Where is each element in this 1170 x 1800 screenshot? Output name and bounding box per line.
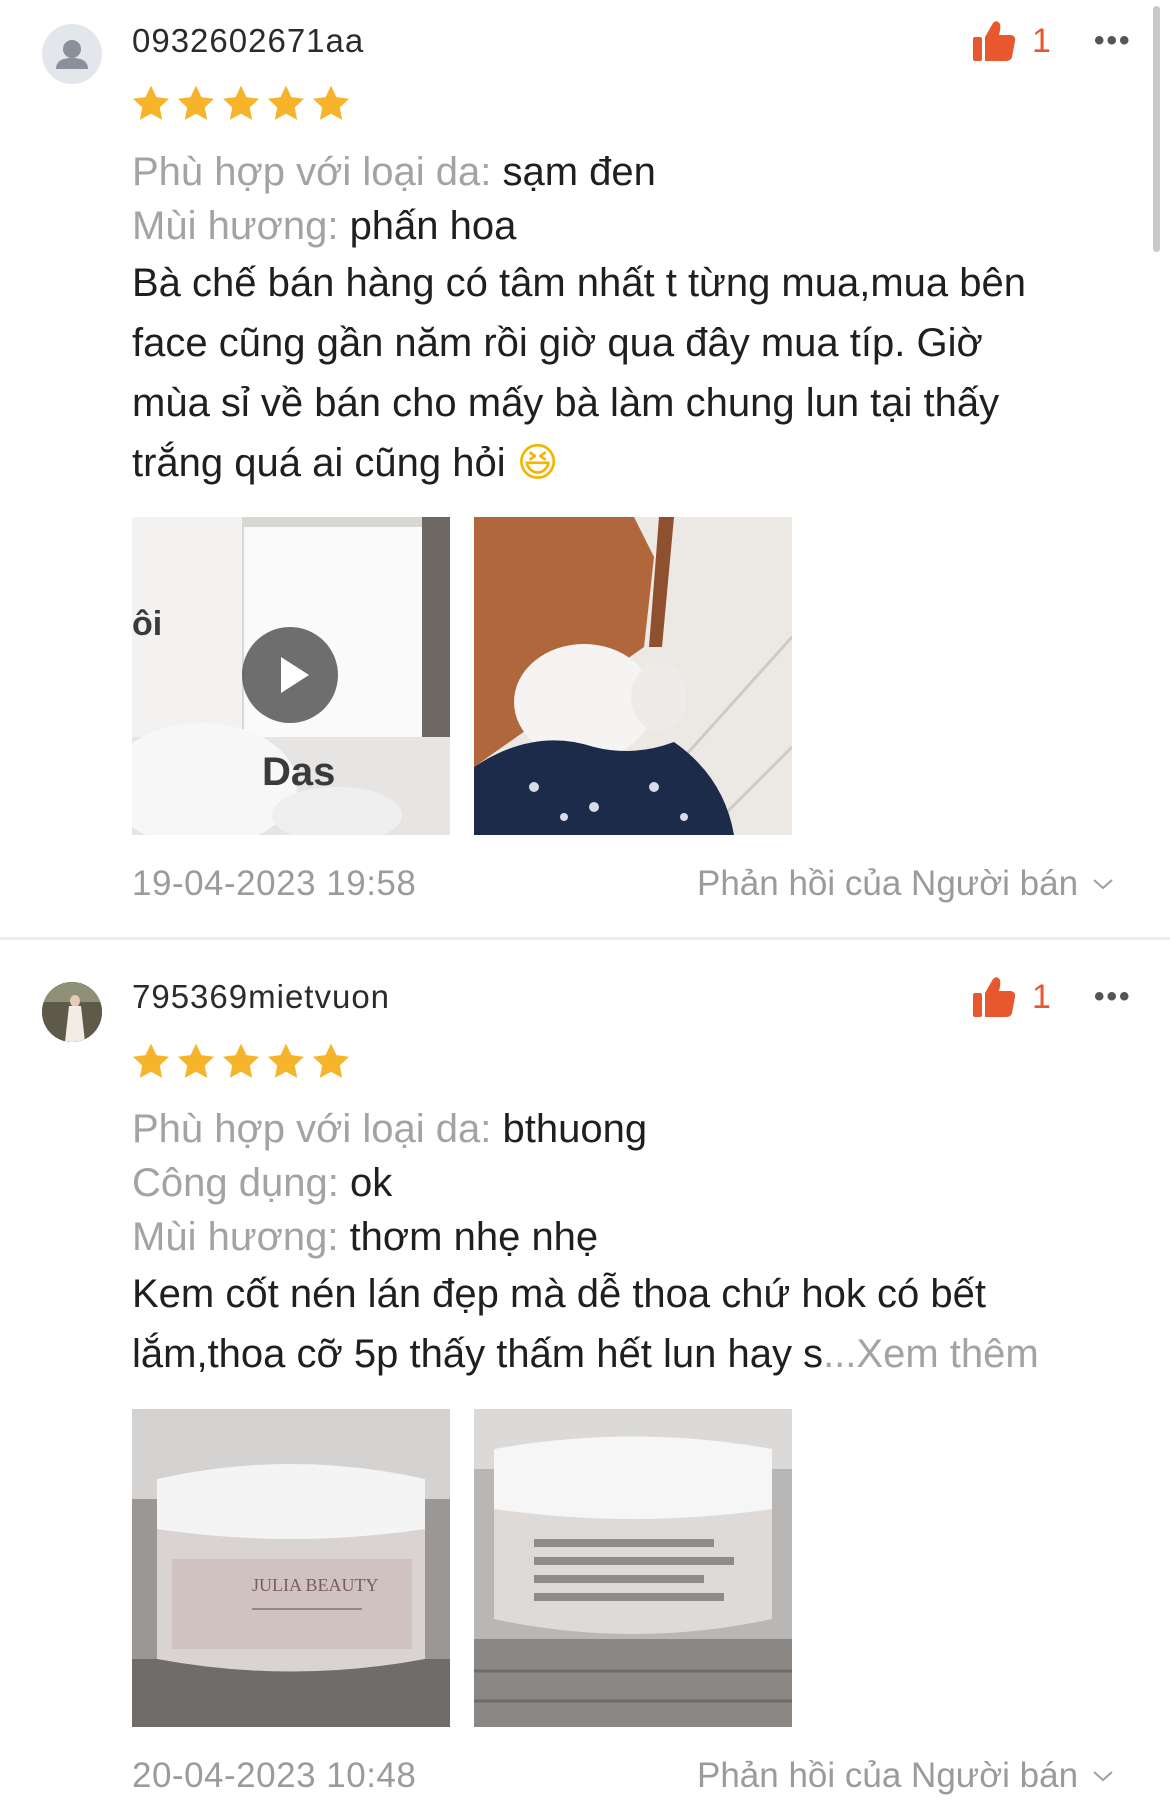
review-text-line: face cũng gần năm rồi giờ qua đây mua tí… bbox=[132, 321, 983, 365]
review-attribute: Phù hợp với loại da: bthuong bbox=[132, 1102, 1132, 1156]
default-user-icon bbox=[56, 40, 88, 69]
review-text-line: trắng quá ai cũng hỏi 😆 bbox=[132, 433, 1132, 493]
review-photo-thumbnail[interactable] bbox=[474, 517, 792, 835]
review-text-segment: trắng quá ai cũng hỏi bbox=[132, 441, 506, 485]
attribute-label: Phù hợp với loại da: bbox=[132, 1107, 492, 1151]
star-rating bbox=[130, 1041, 355, 1083]
attribute-label: Mùi hương: bbox=[132, 204, 339, 248]
attribute-label: Mùi hương: bbox=[132, 1215, 339, 1259]
reviewer-name[interactable]: 795369mietvuon bbox=[132, 978, 390, 1016]
star-icon bbox=[177, 85, 215, 120]
chevron-down-icon bbox=[1093, 879, 1113, 890]
star-icon bbox=[132, 85, 170, 120]
attribute-label: Phù hợp với loại da: bbox=[132, 150, 492, 194]
more-options-button[interactable]: ••• bbox=[1094, 980, 1132, 1014]
review-attribute: Phù hợp với loại da: sạm đen bbox=[132, 145, 1132, 199]
review-content: Phù hợp với loại da: bthuong Công dụng: … bbox=[132, 1102, 1132, 1384]
review-media: JULIA BEAUTY bbox=[132, 1409, 816, 1727]
review-item: 0932602671aa 1 ••• Phù hợp với loại da: … bbox=[0, 0, 1150, 937]
svg-text:ôi: ôi bbox=[132, 605, 162, 643]
review-text-segment: lắm,thoa cỡ 5p thấy thấm hết lun hay s bbox=[132, 1332, 824, 1376]
star-icon bbox=[267, 85, 305, 120]
like-count: 1 bbox=[1032, 21, 1051, 60]
star-icon bbox=[177, 1043, 215, 1078]
attribute-value: thơm nhẹ nhẹ bbox=[349, 1215, 599, 1259]
star-icon bbox=[312, 1043, 350, 1078]
attribute-value: bthuong bbox=[502, 1107, 648, 1151]
review-text-line: mùa sỉ về bán cho mấy bà làm chung lun t… bbox=[132, 381, 1000, 425]
review-photo-thumbnail[interactable] bbox=[474, 1409, 792, 1727]
attribute-value: phấn hoa bbox=[349, 204, 517, 248]
chevron-down-icon bbox=[1093, 1771, 1113, 1782]
star-rating bbox=[130, 83, 355, 125]
like-count: 1 bbox=[1032, 977, 1051, 1016]
seller-reply-label: Phản hồi của Người bán bbox=[697, 864, 1079, 903]
star-icon bbox=[132, 1043, 170, 1078]
review-date: 19-04-2023 19:58 bbox=[132, 864, 417, 903]
star-icon bbox=[267, 1043, 305, 1078]
review-text-line: lắm,thoa cỡ 5p thấy thấm hết lun hay s..… bbox=[132, 1324, 1132, 1384]
play-icon bbox=[281, 657, 309, 693]
review-photo bbox=[474, 1409, 792, 1727]
svg-text:Das: Das bbox=[262, 750, 335, 794]
grinning-squinting-emoji: 😆 bbox=[516, 440, 559, 486]
review-divider bbox=[0, 937, 1170, 940]
thumbs-up-icon bbox=[973, 21, 1016, 61]
review-photo bbox=[474, 517, 792, 835]
review-date: 20-04-2023 10:48 bbox=[132, 1756, 417, 1795]
user-avatar[interactable] bbox=[42, 24, 102, 84]
scrollbar[interactable] bbox=[1153, 6, 1160, 252]
review-attribute: Mùi hương: phấn hoa bbox=[132, 199, 1132, 253]
svg-text:JULIA BEAUTY: JULIA BEAUTY bbox=[252, 1575, 379, 1595]
review-attribute: Mùi hương: thơm nhẹ nhẹ bbox=[132, 1210, 1132, 1264]
user-photo bbox=[42, 982, 102, 1042]
attribute-value: sạm đen bbox=[502, 150, 656, 194]
star-icon bbox=[312, 85, 350, 120]
see-more-link[interactable]: ...Xem thêm bbox=[823, 1332, 1039, 1376]
seller-reply-toggle[interactable]: Phản hồi của Người bán bbox=[697, 1756, 1114, 1796]
reviewer-name[interactable]: 0932602671aa bbox=[132, 22, 364, 60]
review-item: 795369mietvuon 1 ••• Phù hợp với loại da… bbox=[0, 942, 1150, 1800]
play-button[interactable] bbox=[242, 627, 338, 723]
user-avatar[interactable] bbox=[42, 982, 102, 1042]
more-options-button[interactable]: ••• bbox=[1094, 24, 1132, 58]
review-photo-thumbnail[interactable]: JULIA BEAUTY bbox=[132, 1409, 450, 1727]
like-button[interactable]: 1 bbox=[972, 20, 1051, 62]
review-photo: JULIA BEAUTY bbox=[132, 1409, 450, 1727]
seller-reply-label: Phản hồi của Người bán bbox=[697, 1756, 1079, 1795]
review-video-thumbnail[interactable]: Das ôi bbox=[132, 517, 450, 835]
review-media: Das ôi bbox=[132, 517, 816, 835]
review-content: Phù hợp với loại da: sạm đen Mùi hương: … bbox=[132, 145, 1132, 493]
review-attribute: Công dụng: ok bbox=[132, 1156, 1132, 1210]
attribute-label: Công dụng: bbox=[132, 1161, 339, 1205]
like-button[interactable]: 1 bbox=[972, 976, 1051, 1018]
review-text-line: Kem cốt nén lán đẹp mà dễ thoa chứ hok c… bbox=[132, 1272, 986, 1316]
seller-reply-toggle[interactable]: Phản hồi của Người bán bbox=[697, 864, 1114, 904]
thumbs-up-icon bbox=[973, 977, 1016, 1017]
star-icon bbox=[222, 85, 260, 120]
star-icon bbox=[222, 1043, 260, 1078]
attribute-value: ok bbox=[349, 1161, 393, 1205]
review-text-line: Bà chế bán hàng có tâm nhất t từng mua,m… bbox=[132, 261, 1027, 305]
